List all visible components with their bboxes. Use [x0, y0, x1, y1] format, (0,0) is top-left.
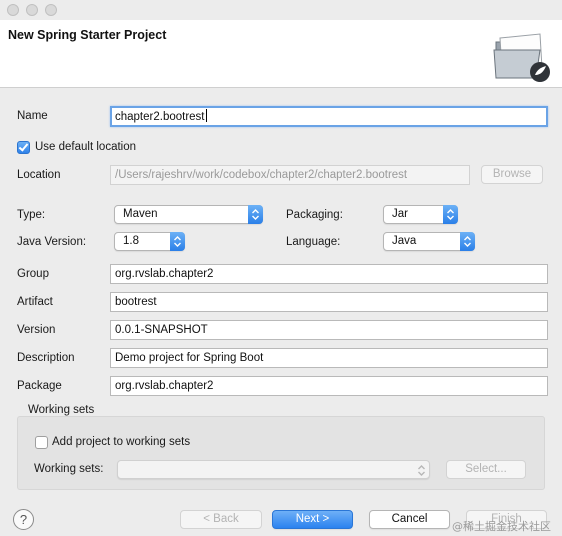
name-label: Name: [17, 110, 48, 122]
working-sets-select[interactable]: [117, 460, 430, 479]
language-select-value: Java: [392, 235, 417, 247]
version-field[interactable]: 0.0.1-SNAPSHOT: [110, 320, 548, 340]
use-default-location-checkbox[interactable]: [17, 141, 30, 154]
java-version-label: Java Version:: [17, 236, 87, 248]
cancel-button[interactable]: Cancel: [369, 510, 450, 529]
wizard-banner: New Spring Starter Project: [0, 20, 562, 88]
group-label: Group: [17, 268, 49, 280]
watermark: @稀土掘金技术社区: [452, 520, 551, 533]
back-button[interactable]: < Back: [180, 510, 262, 529]
type-select[interactable]: Maven: [114, 205, 263, 224]
group-field[interactable]: org.rvslab.chapter2: [110, 264, 548, 284]
checkmark-icon: [18, 141, 29, 152]
chevron-updown-icon: [414, 461, 429, 480]
working-sets-group-label: Working sets: [28, 404, 95, 416]
dialog-title: New Spring Starter Project: [8, 28, 167, 42]
working-sets-label: Working sets:: [34, 463, 104, 475]
use-default-location-label: Use default location: [35, 141, 137, 153]
artifact-field[interactable]: bootrest: [110, 292, 548, 312]
packaging-select-value: Jar: [392, 208, 408, 220]
type-label: Type:: [17, 209, 46, 221]
spring-folder-wizard-icon: [493, 33, 550, 82]
chevron-updown-icon: [460, 232, 475, 251]
java-version-select-value: 1.8: [123, 235, 139, 247]
type-select-value: Maven: [123, 208, 158, 220]
artifact-label: Artifact: [17, 296, 53, 308]
packaging-select[interactable]: Jar: [383, 205, 458, 224]
chevron-updown-icon: [443, 205, 458, 224]
language-select[interactable]: Java: [383, 232, 475, 251]
chevron-updown-icon: [170, 232, 185, 251]
name-field-value: chapter2.bootrest: [115, 111, 205, 123]
next-button[interactable]: Next >: [272, 510, 353, 529]
select-working-sets-button[interactable]: Select...: [446, 460, 526, 479]
version-label: Version: [17, 324, 56, 336]
packaging-label: Packaging:: [286, 209, 343, 221]
add-to-working-sets-label: Add project to working sets: [52, 436, 191, 448]
wizard-window: New Spring Starter Project Name chapter2…: [0, 0, 562, 536]
minimize-window-button[interactable]: [26, 4, 38, 16]
location-label: Location: [17, 169, 61, 181]
java-version-select[interactable]: 1.8: [114, 232, 185, 251]
help-icon[interactable]: ?: [13, 509, 34, 530]
package-field[interactable]: org.rvslab.chapter2: [110, 376, 548, 396]
chevron-updown-icon: [248, 205, 263, 224]
package-label: Package: [17, 380, 62, 392]
add-to-working-sets-checkbox[interactable]: [35, 436, 48, 449]
close-window-button[interactable]: [7, 4, 19, 16]
language-label: Language:: [286, 236, 341, 248]
description-label: Description: [17, 352, 75, 364]
name-field[interactable]: chapter2.bootrest: [110, 106, 548, 127]
location-field[interactable]: /Users/rajeshrv/work/codebox/chapter2/ch…: [110, 165, 470, 185]
title-bar: [0, 0, 562, 20]
description-field[interactable]: Demo project for Spring Boot: [110, 348, 548, 368]
browse-button[interactable]: Browse: [481, 165, 543, 184]
text-caret: [205, 109, 207, 122]
zoom-window-button[interactable]: [45, 4, 57, 16]
